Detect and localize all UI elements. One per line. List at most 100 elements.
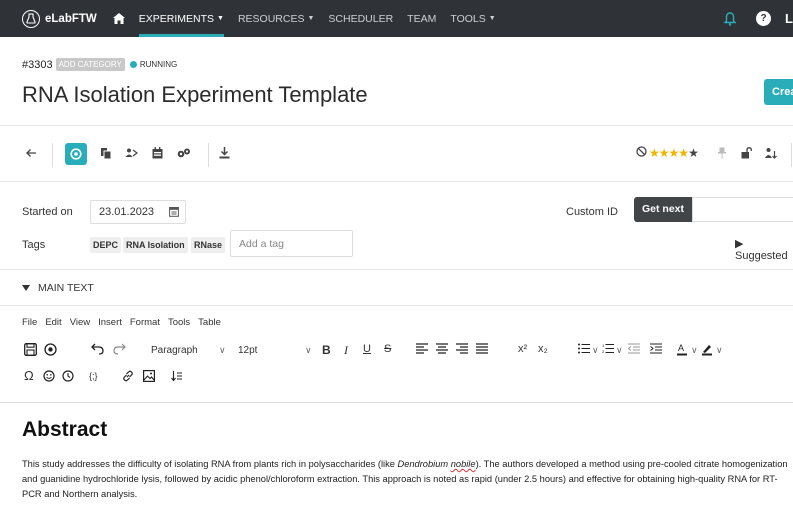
status-label: RUNNING [139,60,178,69]
menu-file[interactable]: File [22,317,37,328]
add-tag-input[interactable]: Add a tag [230,230,353,257]
underline-icon[interactable]: U [363,343,371,355]
numbered-list-icon[interactable]: 12 [602,343,614,354]
align-justify-icon[interactable] [476,343,488,354]
home-icon[interactable] [112,13,125,24]
rating-stars[interactable]: ★ ★ ★ ★ ★ [636,146,699,160]
bold-icon[interactable]: B [322,343,331,357]
divider [0,269,793,270]
align-right-icon[interactable] [456,343,468,354]
main-text-toggle[interactable]: MAIN TEXT [22,282,94,294]
block-format-select[interactable]: Paragraph [151,345,198,356]
nav-team[interactable]: TEAM [407,0,436,37]
chevron-down-icon[interactable]: ∨ [219,345,226,356]
star-icon[interactable]: ★ [649,146,660,160]
back-arrow-icon[interactable] [25,147,37,159]
divider [0,305,793,306]
chevron-down-icon[interactable]: ∨ [716,345,723,356]
image-icon[interactable] [143,370,155,382]
preview-icon[interactable] [44,343,57,356]
nav-experiments[interactable]: EXPERIMENTS ▼ [138,0,225,37]
brand-logo[interactable]: eLabFTW [22,9,97,28]
special-char-icon[interactable]: Ω [24,368,34,383]
help-icon[interactable]: ? [756,11,771,26]
calendar-icon[interactable] [169,206,179,220]
content-paragraph: This study addresses the difficulty of i… [22,457,793,502]
get-next-button[interactable]: Get next [634,197,692,222]
status-badge[interactable]: RUNNING [129,60,178,69]
strikethrough-icon[interactable]: S [384,343,391,355]
chevron-down-icon[interactable]: ∨ [305,345,312,356]
bell-icon[interactable] [724,11,736,26]
chevron-down-icon[interactable]: ∨ [691,345,698,356]
star-icon[interactable]: ★ [669,146,680,160]
nav-tools[interactable]: TOOLS ▼ [450,0,495,37]
svg-text:1: 1 [602,343,605,348]
action-toolbar: ★ ★ ★ ★ ★ [22,143,793,167]
caret-down-icon: ▼ [488,15,496,22]
menu-view[interactable]: View [70,317,90,328]
clock-icon[interactable] [62,370,74,382]
pin-icon[interactable] [718,147,726,159]
start-date-input[interactable]: 23.01.2023 [90,200,186,224]
sort-icon[interactable] [171,370,183,382]
undo-icon[interactable] [91,343,104,355]
align-left-icon[interactable] [416,343,428,354]
category-badge[interactable]: ADD CATEGORY [55,58,125,71]
tag-chip[interactable]: RNase [191,237,226,253]
unlock-icon[interactable] [741,147,752,159]
chevron-down-icon[interactable]: ∨ [592,345,599,356]
bullet-list-icon[interactable] [578,343,590,354]
tag-chip[interactable]: DEPC [90,237,122,253]
nav-scheduler[interactable]: SCHEDULER [328,0,393,37]
menu-format[interactable]: Format [130,317,160,328]
paragraph-text-1: This study addresses the difficulty of i… [22,459,398,469]
nav-resources[interactable]: RESOURCES ▼ [238,0,314,37]
star-icon[interactable]: ★ [688,146,699,160]
download-icon[interactable] [219,147,230,159]
italic-icon[interactable]: I [344,343,348,358]
calendar-icon[interactable] [152,147,163,159]
font-size-select[interactable]: 12pt [238,345,257,356]
editor-toolbar-row-2: Ω {;} [22,368,793,388]
transfer-owner-icon[interactable] [765,147,777,159]
svg-text:2: 2 [602,349,605,354]
collapse-caret-icon [22,285,30,291]
highlight-color-icon[interactable] [701,343,713,356]
experiment-meta: #3303 ADD CATEGORY RUNNING [22,58,177,71]
menu-insert[interactable]: Insert [98,317,122,328]
clear-rating-icon[interactable] [636,146,647,160]
duplicate-icon[interactable] [100,147,112,160]
user-menu[interactable]: L [785,11,793,26]
view-mode-icon[interactable] [65,143,87,165]
logo-icon [22,9,40,28]
create-button[interactable]: Crea [764,79,793,105]
outdent-icon[interactable] [628,343,640,354]
page-title: RNA Isolation Experiment Template [22,82,368,107]
link-icon[interactable] [122,370,134,382]
emoji-icon[interactable] [43,370,55,382]
nav-experiments-label: EXPERIMENTS [138,12,215,25]
menu-tools[interactable]: Tools [168,317,190,328]
menu-edit[interactable]: Edit [45,317,61,328]
tag-chip[interactable]: RNA Isolation [123,237,188,253]
indent-icon[interactable] [650,343,662,354]
align-center-icon[interactable] [436,343,448,354]
superscript-icon[interactable]: x² [518,343,527,355]
star-icon[interactable]: ★ [678,146,689,160]
code-block-icon[interactable]: {;} [89,371,98,381]
nav-scheduler-label: SCHEDULER [328,12,394,25]
text-color-icon[interactable]: A [676,343,688,356]
main-text-label: MAIN TEXT [38,282,94,294]
redo-icon[interactable] [113,343,126,355]
save-icon[interactable] [24,343,37,356]
custom-id-input[interactable] [692,197,793,222]
subscript-icon[interactable]: x₂ [538,343,548,355]
suggested-toggle[interactable]: ▶ Suggested [735,237,793,262]
menu-table[interactable]: Table [198,317,221,328]
share-people-icon[interactable] [125,147,138,159]
star-icon[interactable]: ★ [659,146,670,160]
chevron-down-icon[interactable]: ∨ [616,345,623,356]
link-resource-icon[interactable] [177,147,191,159]
status-dot-icon [129,61,137,68]
